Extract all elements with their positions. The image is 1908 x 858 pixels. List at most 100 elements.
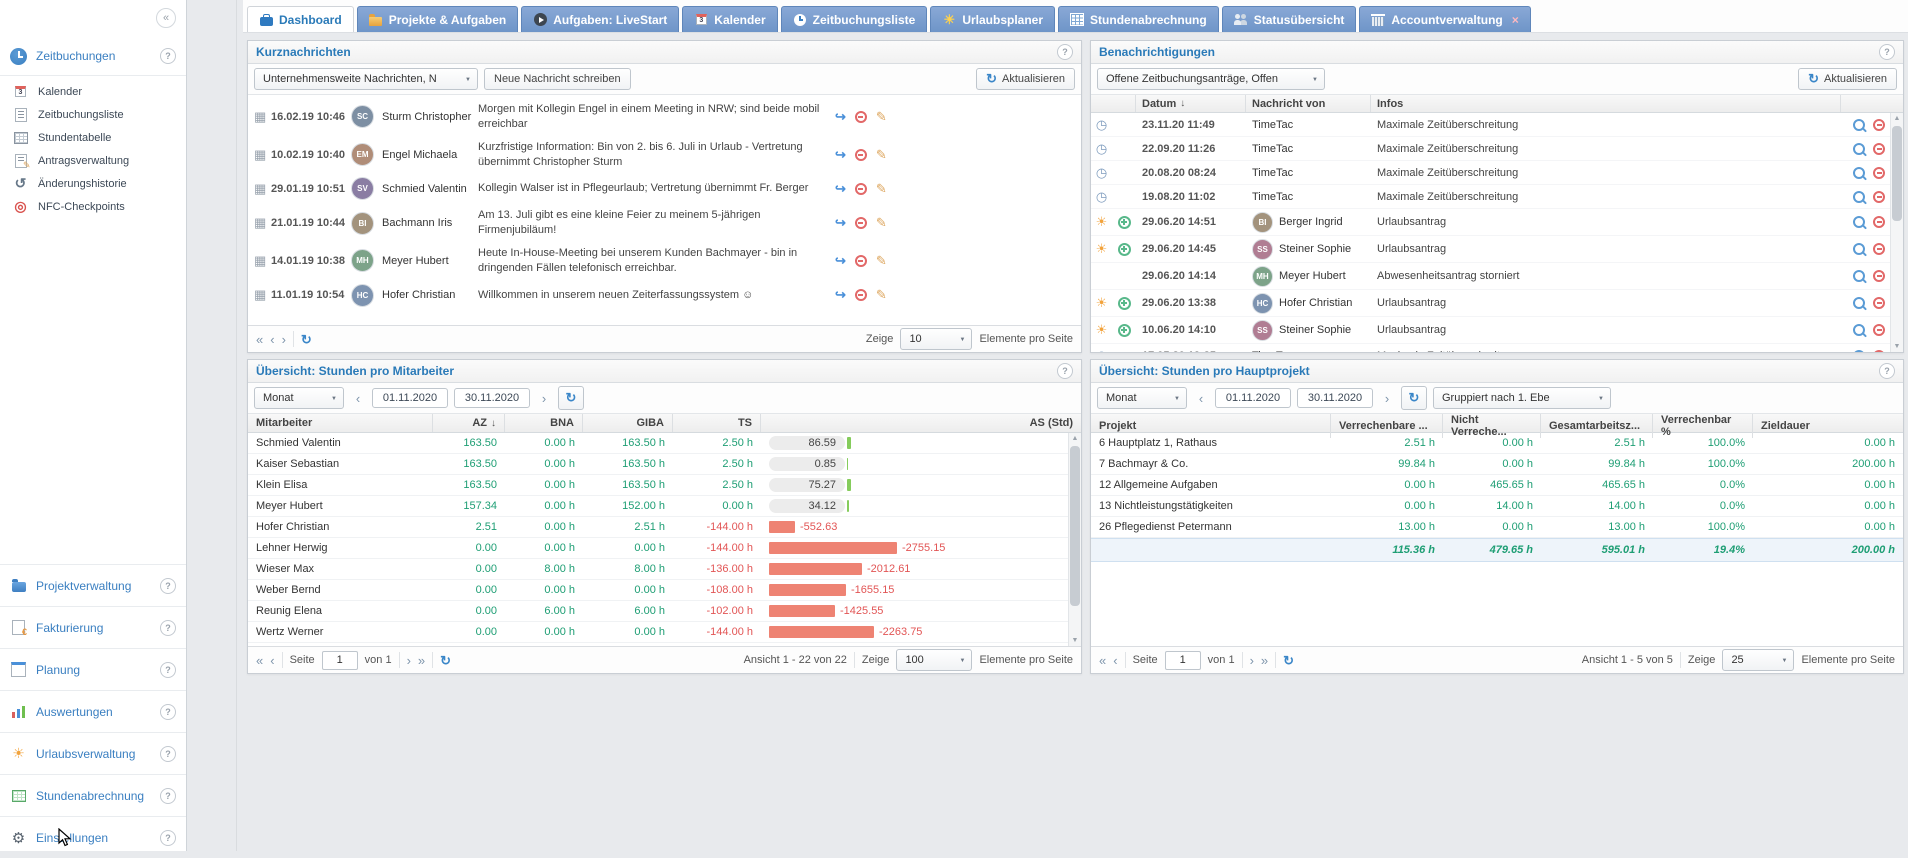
- delete-icon[interactable]: [855, 111, 867, 123]
- view-icon[interactable]: [1853, 297, 1865, 309]
- next-page-icon[interactable]: [1250, 654, 1254, 667]
- refresh-icon[interactable]: [440, 654, 451, 667]
- sidebar-item[interactable]: Fakturierung: [0, 606, 186, 648]
- date-to-input[interactable]: 30.11.2020: [454, 388, 530, 408]
- notification-row[interactable]: 20.08.20 08:24 TimeTac Maximale Zeitüber…: [1091, 161, 1891, 185]
- sidebar-subitem[interactable]: Zeitbuchungsliste: [0, 103, 186, 126]
- project-row[interactable]: 7 Bachmayr & Co. 99.84 h 0.00 h 99.84 h …: [1091, 454, 1903, 475]
- employee-row[interactable]: Wieser Max 0.00 8.00 h 8.00 h -136.00 h …: [248, 559, 1069, 580]
- scroll-down-icon[interactable]: [1069, 635, 1081, 646]
- next-period-icon[interactable]: ›: [1379, 388, 1395, 408]
- employee-row[interactable]: Kaiser Sebastian 163.50 0.00 h 163.50 h …: [248, 454, 1069, 475]
- scroll-up-icon[interactable]: [1069, 433, 1081, 444]
- delete-icon[interactable]: [1873, 270, 1885, 282]
- view-icon[interactable]: [1853, 191, 1865, 203]
- prev-page-icon[interactable]: [1113, 654, 1117, 667]
- project-row[interactable]: 12 Allgemeine Aufgaben 0.00 h 465.65 h 4…: [1091, 475, 1903, 496]
- column-header-giba[interactable]: GIBA: [583, 414, 673, 432]
- view-icon[interactable]: [1853, 324, 1865, 336]
- sidebar-item[interactable]: Planung: [0, 648, 186, 690]
- first-page-icon[interactable]: [256, 654, 263, 667]
- forward-icon[interactable]: [835, 287, 846, 303]
- tab[interactable]: Stundenabrechnung: [1058, 6, 1219, 32]
- tab[interactable]: Kalender: [682, 6, 777, 32]
- delete-icon[interactable]: [1873, 216, 1885, 228]
- delete-icon[interactable]: [855, 255, 867, 267]
- approve-icon[interactable]: [1118, 324, 1131, 337]
- tab[interactable]: Statusübersicht: [1222, 6, 1357, 32]
- notification-row[interactable]: 22.09.20 11:26 TimeTac Maximale Zeitüber…: [1091, 137, 1891, 161]
- column-header-datum[interactable]: Datum: [1136, 95, 1246, 112]
- delete-icon[interactable]: [1873, 324, 1885, 336]
- refresh-icon[interactable]: [301, 333, 312, 346]
- next-page-icon[interactable]: [282, 333, 286, 346]
- sidebar-item[interactable]: Urlaubsverwaltung: [0, 732, 186, 774]
- help-icon[interactable]: [1057, 44, 1073, 60]
- sidebar-item[interactable]: Einstellungen: [0, 816, 186, 858]
- group-by-select[interactable]: Gruppiert nach 1. Ebe: [1433, 387, 1611, 409]
- delete-icon[interactable]: [855, 289, 867, 301]
- help-icon[interactable]: [160, 830, 176, 846]
- column-header-von[interactable]: Nachricht von: [1246, 95, 1371, 112]
- notification-row[interactable]: 29.06.20 14:51 BI Berger Ingrid Urlaubsa…: [1091, 209, 1891, 236]
- view-icon[interactable]: [1853, 216, 1865, 228]
- approve-icon[interactable]: [1118, 243, 1131, 256]
- scrollbar[interactable]: [1068, 433, 1081, 646]
- delete-icon[interactable]: [1873, 191, 1885, 203]
- scroll-down-icon[interactable]: [1891, 341, 1903, 352]
- tab[interactable]: Dashboard: [247, 6, 354, 32]
- delete-icon[interactable]: [855, 217, 867, 229]
- employee-row[interactable]: Meyer Hubert 157.34 0.00 h 152.00 h 0.00…: [248, 496, 1069, 517]
- help-icon[interactable]: [160, 788, 176, 804]
- edit-icon[interactable]: [876, 147, 887, 163]
- view-icon[interactable]: [1853, 270, 1865, 282]
- employee-row[interactable]: Wertz Werner 0.00 0.00 h 0.00 h -144.00 …: [248, 622, 1069, 643]
- sidebar-item[interactable]: Stundenabrechnung: [0, 774, 186, 816]
- scrollbar[interactable]: [1890, 113, 1903, 352]
- edit-icon[interactable]: [876, 253, 887, 269]
- edit-icon[interactable]: [876, 287, 887, 303]
- delete-icon[interactable]: [1873, 243, 1885, 255]
- page-size-select[interactable]: 25: [1722, 649, 1794, 671]
- project-row[interactable]: 6 Hauptplatz 1, Rathaus 2.51 h 0.00 h 2.…: [1091, 433, 1903, 454]
- period-select[interactable]: Monat: [254, 387, 344, 409]
- project-row[interactable]: 13 Nichtleistungstätigkeiten 0.00 h 14.0…: [1091, 496, 1903, 517]
- date-to-input[interactable]: 30.11.2020: [1297, 388, 1373, 408]
- notification-row[interactable]: 29.06.20 14:45 SS Steiner Sophie Urlaubs…: [1091, 236, 1891, 263]
- last-page-icon[interactable]: [418, 654, 425, 667]
- employee-row[interactable]: Weber Bernd 0.00 0.00 h 0.00 h -108.00 h…: [248, 580, 1069, 601]
- sidebar-item[interactable]: Projektverwaltung: [0, 564, 186, 606]
- page-size-select[interactable]: 100: [896, 649, 972, 671]
- tab[interactable]: Aufgaben: LiveStart: [521, 6, 679, 32]
- sidebar-subitem[interactable]: Kalender: [0, 80, 186, 103]
- column-header-ts[interactable]: TS: [673, 414, 761, 432]
- help-icon[interactable]: [1879, 363, 1895, 379]
- approve-icon[interactable]: [1118, 297, 1131, 310]
- delete-icon[interactable]: [1873, 297, 1885, 309]
- approve-icon[interactable]: [1118, 216, 1131, 229]
- forward-icon[interactable]: [835, 147, 846, 163]
- first-page-icon[interactable]: [1099, 654, 1106, 667]
- help-icon[interactable]: [160, 578, 176, 594]
- sidebar-item-zeitbuchungen[interactable]: Zeitbuchungen: [0, 44, 186, 68]
- forward-icon[interactable]: [835, 181, 846, 197]
- notification-filter-select[interactable]: Offene Zeitbuchungsanträge, Offen: [1097, 68, 1325, 90]
- project-row[interactable]: 26 Pflegedienst Petermann 13.00 h 0.00 h…: [1091, 517, 1903, 538]
- notification-row[interactable]: 17.05.20 19:35 TimeTac Maximale Zeitüber…: [1091, 344, 1891, 352]
- delete-icon[interactable]: [1873, 119, 1885, 131]
- close-icon[interactable]: ×: [1512, 13, 1519, 27]
- view-icon[interactable]: [1853, 350, 1865, 353]
- refresh-button[interactable]: Aktualisieren: [976, 68, 1075, 90]
- forward-icon[interactable]: [835, 253, 846, 269]
- view-icon[interactable]: [1853, 119, 1865, 131]
- edit-icon[interactable]: [876, 109, 887, 125]
- column-header-as[interactable]: AS (Std): [761, 414, 1081, 432]
- prev-page-icon[interactable]: [270, 654, 274, 667]
- first-page-icon[interactable]: [256, 333, 263, 346]
- column-header-mitarbeiter[interactable]: Mitarbeiter: [248, 414, 433, 432]
- next-period-icon[interactable]: ›: [536, 388, 552, 408]
- date-from-input[interactable]: 01.11.2020: [1215, 388, 1291, 408]
- sidebar-subitem[interactable]: Änderungshistorie: [0, 172, 186, 195]
- help-icon[interactable]: [160, 704, 176, 720]
- notification-row[interactable]: 29.06.20 13:38 HC Hofer Christian Urlaub…: [1091, 290, 1891, 317]
